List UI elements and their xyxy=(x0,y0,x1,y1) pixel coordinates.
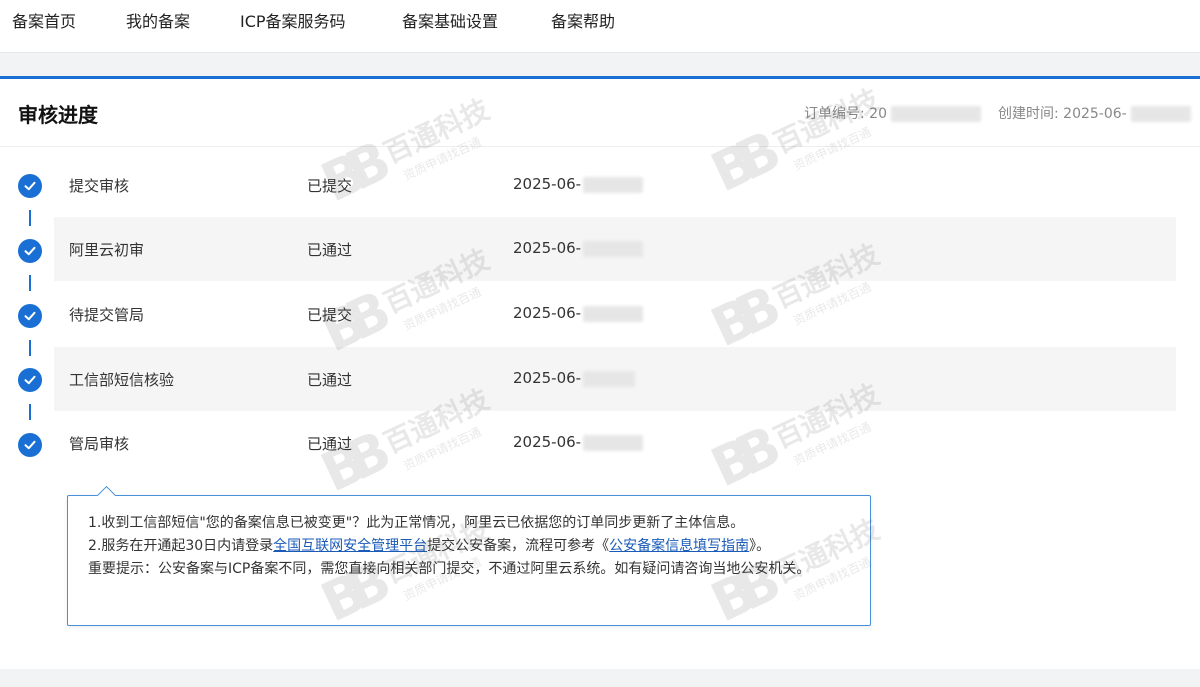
check-icon xyxy=(18,174,42,198)
step-status: 已提交 xyxy=(307,177,353,195)
progress-row: 工信部短信核验 已通过 2025-06- xyxy=(54,347,1176,411)
progress-row: 管局审核 已通过 2025-06- xyxy=(54,411,1176,475)
timeline-connector xyxy=(29,404,31,420)
nav-home[interactable]: 备案首页 xyxy=(12,8,76,32)
check-icon xyxy=(18,433,42,457)
step-status: 已通过 xyxy=(307,371,353,389)
step-time: 2025-06- xyxy=(513,175,644,193)
step-name: 提交审核 xyxy=(69,177,130,195)
nav-icp-service-code[interactable]: ICP备案服务码 xyxy=(240,8,346,32)
order-number: 订单编号: 20 xyxy=(804,103,982,123)
filing-guide-link[interactable]: 公安备案信息填写指南 xyxy=(609,538,749,554)
nav-my-filings[interactable]: 我的备案 xyxy=(126,8,190,32)
security-platform-link[interactable]: 全国互联网安全管理平台 xyxy=(273,538,427,554)
progress-row: 待提交管局 已提交 2025-06- xyxy=(54,282,1176,346)
check-icon xyxy=(18,304,42,328)
notice-body: 1.收到工信部短信"您的备案信息已被变更"？此为正常情况，阿里云已依据您的订单同… xyxy=(88,512,858,581)
page-title: 审核进度 xyxy=(18,103,98,127)
notice-line-1: 1.收到工信部短信"您的备案信息已被变更"？此为正常情况，阿里云已依据您的订单同… xyxy=(88,515,745,531)
notice-line-2: 2.服务在开通起30日内请登录全国互联网安全管理平台提交公安备案，流程可参考《公… xyxy=(88,538,771,554)
check-icon xyxy=(18,239,42,263)
step-name: 阿里云初审 xyxy=(69,241,145,259)
panel-header: 审核进度 订单编号: 20 创建时间: 2025-06- xyxy=(0,79,1200,147)
step-status: 已提交 xyxy=(307,306,353,324)
step-time: 2025-06- xyxy=(513,369,636,387)
step-time: 2025-06- xyxy=(513,304,644,322)
notice-box: 1.收到工信部短信"您的备案信息已被变更"？此为正常情况，阿里云已依据您的订单同… xyxy=(67,495,871,626)
created-time: 创建时间: 2025-06- xyxy=(998,103,1192,123)
timeline-connector xyxy=(29,340,31,356)
notice-pointer xyxy=(96,485,116,496)
created-time-redacted xyxy=(1131,106,1192,122)
step-name: 待提交管局 xyxy=(69,306,145,324)
nav-help[interactable]: 备案帮助 xyxy=(551,8,615,32)
order-number-label: 订单编号: 20 xyxy=(804,106,887,122)
created-time-label: 创建时间: 2025-06- xyxy=(998,106,1127,122)
progress-row: 提交审核 已提交 2025-06- xyxy=(54,153,1176,217)
step-time: 2025-06- xyxy=(513,239,644,257)
check-icon xyxy=(18,368,42,392)
nav-basic-settings[interactable]: 备案基础设置 xyxy=(402,8,498,32)
step-name: 工信部短信核验 xyxy=(69,371,175,389)
step-time: 2025-06- xyxy=(513,433,644,451)
step-name: 管局审核 xyxy=(69,435,130,453)
progress-row: 阿里云初审 已通过 2025-06- xyxy=(54,217,1176,281)
top-nav: 备案首页 我的备案 ICP备案服务码 备案基础设置 备案帮助 xyxy=(0,0,1200,53)
step-status: 已通过 xyxy=(307,435,353,453)
timeline-connector xyxy=(29,275,31,291)
timeline-connector xyxy=(29,210,31,226)
notice-line-3: 重要提示：公安备案与ICP备案不同，需您直接向相关部门提交，不通过阿里云系统。如… xyxy=(88,561,811,577)
order-number-redacted xyxy=(891,106,982,122)
step-status: 已通过 xyxy=(307,241,353,259)
page-footer-gap xyxy=(0,669,1200,687)
